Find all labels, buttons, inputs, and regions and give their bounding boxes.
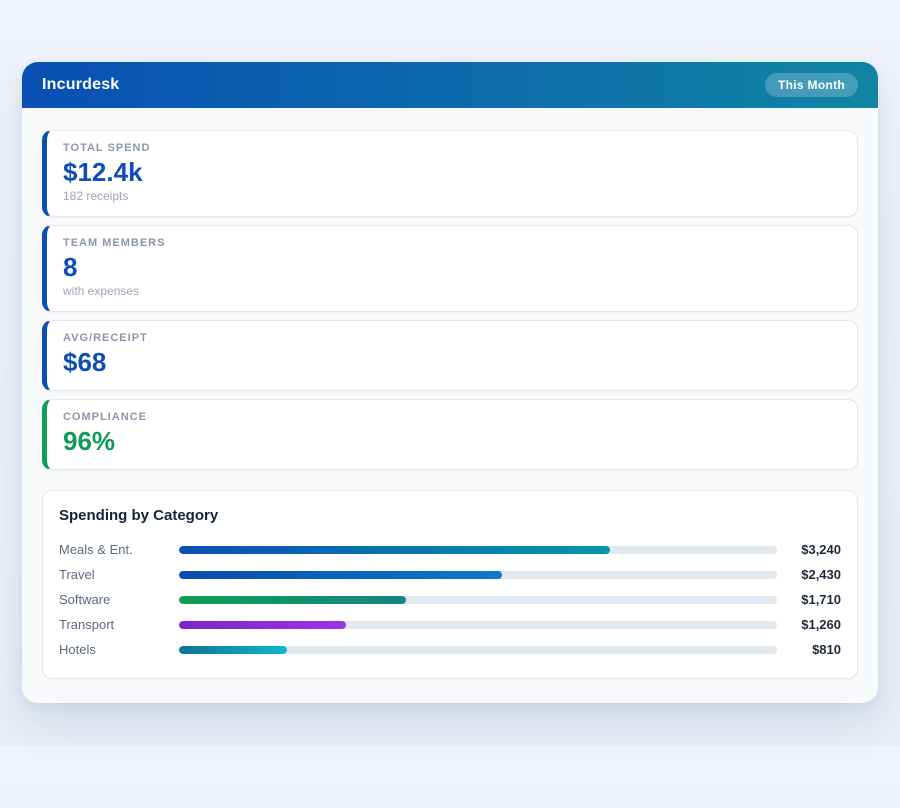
bar-fill-travel [179, 571, 502, 579]
stat-label: COMPLIANCE [63, 411, 841, 423]
stat-card-avg-receipt: AVG/RECEIPT $68 [42, 320, 858, 391]
stat-card-team-members: TEAM MEMBERS 8 with expenses [42, 225, 858, 312]
bar-track [179, 646, 777, 654]
stat-value: 96% [63, 425, 841, 457]
spending-row-meals: Meals & Ent. $3,240 [59, 537, 841, 562]
category-label: Hotels [59, 642, 179, 657]
stat-subtext: with expenses [63, 284, 841, 299]
bar-track [179, 596, 777, 604]
spending-row-transport: Transport $1,260 [59, 612, 841, 637]
spending-row-travel: Travel $2,430 [59, 562, 841, 587]
bar-fill-hotels [179, 646, 287, 654]
app-header: Incurdesk This Month [22, 62, 878, 108]
category-label: Travel [59, 567, 179, 582]
dashboard-window: Incurdesk This Month TOTAL SPEND $12.4k … [22, 62, 878, 703]
bar-fill-software [179, 596, 406, 604]
category-amount: $810 [777, 642, 841, 657]
stat-label: TEAM MEMBERS [63, 237, 841, 249]
dashboard-content: TOTAL SPEND $12.4k 182 receipts TEAM MEM… [22, 108, 878, 703]
stat-subtext: 182 receipts [63, 189, 841, 204]
stat-card-compliance: COMPLIANCE 96% [42, 399, 858, 470]
spending-by-category-panel: Spending by Category Meals & Ent. $3,240… [42, 490, 858, 679]
category-amount: $2,430 [777, 567, 841, 582]
bar-track [179, 546, 777, 554]
category-amount: $1,260 [777, 617, 841, 632]
bar-track [179, 621, 777, 629]
stat-value: $12.4k [63, 156, 841, 188]
stat-value: 8 [63, 251, 841, 283]
period-badge-button[interactable]: This Month [765, 73, 858, 97]
stat-label: TOTAL SPEND [63, 142, 841, 154]
panel-title: Spending by Category [59, 507, 841, 524]
stats-stack: TOTAL SPEND $12.4k 182 receipts TEAM MEM… [42, 130, 858, 470]
stat-value: $68 [63, 346, 841, 378]
category-label: Transport [59, 617, 179, 632]
category-amount: $3,240 [777, 542, 841, 557]
category-amount: $1,710 [777, 592, 841, 607]
app-title: Incurdesk [42, 76, 119, 94]
bar-fill-meals [179, 546, 610, 554]
spending-row-software: Software $1,710 [59, 587, 841, 612]
category-label: Meals & Ent. [59, 542, 179, 557]
stat-label: AVG/RECEIPT [63, 332, 841, 344]
stat-card-total-spend: TOTAL SPEND $12.4k 182 receipts [42, 130, 858, 217]
bar-fill-transport [179, 621, 346, 629]
bar-track [179, 571, 777, 579]
spending-row-hotels: Hotels $810 [59, 637, 841, 662]
category-label: Software [59, 592, 179, 607]
